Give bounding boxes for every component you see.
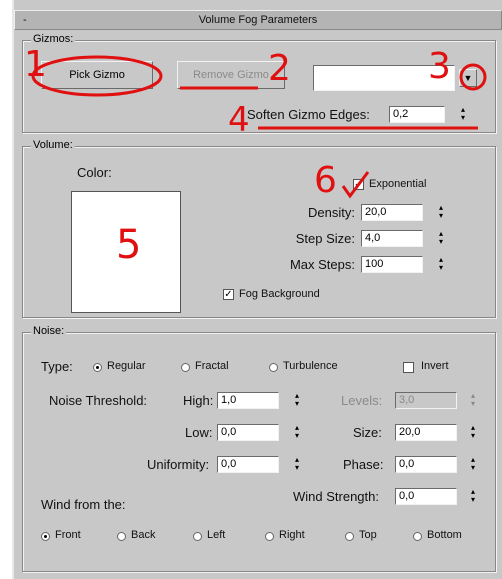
noise-legend: Noise: xyxy=(31,325,67,337)
max-steps-label: Max Steps: xyxy=(289,257,355,272)
annotation-6: 6 xyxy=(314,160,337,201)
noise-group: Noise: Type: Regular Fractal Turbulence … xyxy=(22,325,496,572)
type-turbulence-radio[interactable] xyxy=(269,363,278,372)
noise-threshold-label: Noise Threshold: xyxy=(49,393,148,408)
uniformity-label: Uniformity: xyxy=(147,457,210,472)
type-fractal-label: Fractal xyxy=(195,360,229,372)
size-input[interactable]: 20,0 xyxy=(395,424,457,441)
density-input[interactable]: 20,0 xyxy=(361,204,423,221)
low-label: Low: xyxy=(185,425,213,440)
density-label: Density: xyxy=(308,205,355,220)
annotation-2: 2 xyxy=(268,48,291,89)
color-label: Color: xyxy=(77,165,112,180)
wind-strength-input[interactable]: 0,0 xyxy=(395,488,457,505)
step-size-input[interactable]: 4,0 xyxy=(361,230,423,247)
size-label: Size: xyxy=(353,425,382,440)
wind-left-radio[interactable] xyxy=(193,532,202,541)
spinner-arrows-icon[interactable]: ▴ ▾ xyxy=(467,424,479,442)
exponential-label: Exponential xyxy=(369,178,427,190)
type-turbulence-label: Turbulence xyxy=(283,360,338,372)
type-label: Type: xyxy=(41,359,73,374)
type-regular-label: Regular xyxy=(107,360,146,372)
volume-legend: Volume: xyxy=(31,139,75,151)
soften-edges-label: Soften Gizmo Edges: xyxy=(247,107,370,122)
pick-gizmo-button[interactable]: Pick Gizmo xyxy=(41,61,153,89)
wind-top-radio[interactable] xyxy=(345,532,354,541)
spinner-arrows-icon[interactable]: ▴ ▾ xyxy=(467,456,479,474)
wind-bottom-radio[interactable] xyxy=(413,532,422,541)
wind-right-radio[interactable] xyxy=(265,532,274,541)
levels-label: Levels: xyxy=(341,393,383,408)
type-fractal-radio[interactable] xyxy=(181,363,190,372)
spinner-arrows-icon[interactable]: ▴ ▾ xyxy=(467,392,479,410)
rollout-title-bar[interactable]: - Volume Fog Parameters xyxy=(14,10,502,30)
type-regular-radio[interactable] xyxy=(93,363,102,372)
phase-input[interactable]: 0,0 xyxy=(395,456,457,473)
uniformity-input[interactable]: 0,0 xyxy=(217,456,279,473)
rollout-title: Volume Fog Parameters xyxy=(198,14,318,26)
spinner-arrows-icon[interactable]: ▴ ▾ xyxy=(291,456,303,474)
annotation-5: 5 xyxy=(116,222,142,268)
check-icon: ✓ xyxy=(354,179,363,190)
volume-group: Volume: Color: ✓ Exponential Density: 20… xyxy=(22,139,496,318)
wind-strength-label: Wind Strength: xyxy=(293,489,379,504)
chevron-down-icon[interactable]: ▼ xyxy=(459,69,477,87)
fog-background-checkbox[interactable]: ✓ xyxy=(223,289,234,300)
low-input[interactable]: 0,0 xyxy=(217,424,279,441)
wind-front-label: Front xyxy=(55,529,81,541)
soften-edges-input[interactable]: 0,2 xyxy=(389,106,445,123)
annotation-4: 4 xyxy=(228,100,250,140)
wind-left-label: Left xyxy=(207,529,226,541)
spinner-arrows-icon[interactable]: ▴ ▾ xyxy=(467,488,479,506)
phase-label: Phase: xyxy=(343,457,384,472)
wind-top-label: Top xyxy=(359,529,377,541)
invert-label: Invert xyxy=(421,360,449,372)
annotation-3: 3 xyxy=(428,46,451,87)
spinner-arrows-icon[interactable]: ▴ ▾ xyxy=(291,424,303,442)
wind-bottom-label: Bottom xyxy=(427,529,462,541)
spinner-arrows-icon[interactable]: ▴ ▾ xyxy=(291,392,303,410)
spinner-arrows-icon[interactable]: ▴ ▾ xyxy=(457,106,469,124)
wind-front-radio[interactable] xyxy=(41,532,50,541)
wind-back-label: Back xyxy=(131,529,156,541)
wind-back-radio[interactable] xyxy=(117,532,126,541)
check-icon: ✓ xyxy=(224,289,233,300)
max-steps-input[interactable]: 100 xyxy=(361,256,423,273)
wind-right-label: Right xyxy=(279,529,305,541)
spinner-arrows-icon[interactable]: ▴ ▾ xyxy=(435,230,447,248)
levels-input[interactable]: 3,0 xyxy=(395,392,457,409)
wind-from-label: Wind from the: xyxy=(41,497,126,512)
collapse-indicator: - xyxy=(23,14,27,26)
spinner-arrows-icon[interactable]: ▴ ▾ xyxy=(435,256,447,274)
step-size-label: Step Size: xyxy=(295,231,355,246)
exponential-checkbox[interactable]: ✓ xyxy=(353,179,364,190)
fog-background-label: Fog Background xyxy=(239,288,320,300)
high-label: High: xyxy=(183,393,214,408)
spinner-arrows-icon[interactable]: ▴ ▾ xyxy=(435,204,447,222)
gizmos-group: Gizmos: Pick Gizmo Remove Gizmo ▼ Soften… xyxy=(22,33,496,133)
invert-checkbox[interactable] xyxy=(403,362,414,373)
high-input[interactable]: 1,0 xyxy=(217,392,279,409)
annotation-1: 1 xyxy=(24,44,47,85)
